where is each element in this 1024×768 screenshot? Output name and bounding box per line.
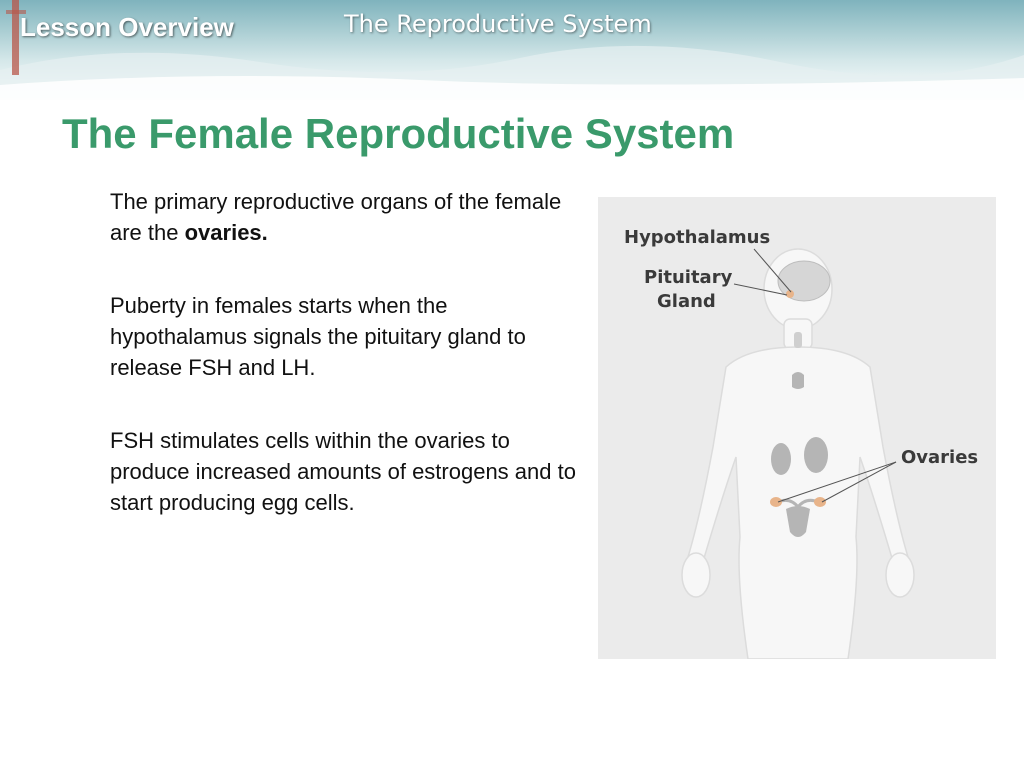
label-pituitary-line2: Gland (657, 291, 716, 312)
deck-title: The Reproductive System (344, 10, 652, 38)
paragraph-2: Puberty in females starts when the hypot… (110, 293, 526, 380)
header-banner: Lesson Overview The Reproductive System (0, 0, 1024, 100)
label-pituitary-line1: Pituitary (644, 267, 733, 288)
slide-title: The Female Reproductive System (62, 110, 735, 157)
label-ovaries: Ovaries (901, 447, 979, 468)
paragraph-3: FSH stimulates cells within the ovaries … (110, 428, 576, 515)
lesson-overview-label: Lesson Overview (20, 12, 234, 42)
anatomy-figure: Hypothalamus Pituitary Gland Ovaries (598, 197, 996, 659)
paragraph-1-bold: ovaries. (184, 220, 268, 245)
paragraph-1: The primary reproductive organs of the f… (110, 186, 580, 248)
body-text: The primary reproductive organs of the f… (110, 186, 580, 560)
label-hypothalamus: Hypothalamus (624, 227, 771, 248)
paragraph-1-text: The primary reproductive organs of the f… (110, 189, 562, 245)
